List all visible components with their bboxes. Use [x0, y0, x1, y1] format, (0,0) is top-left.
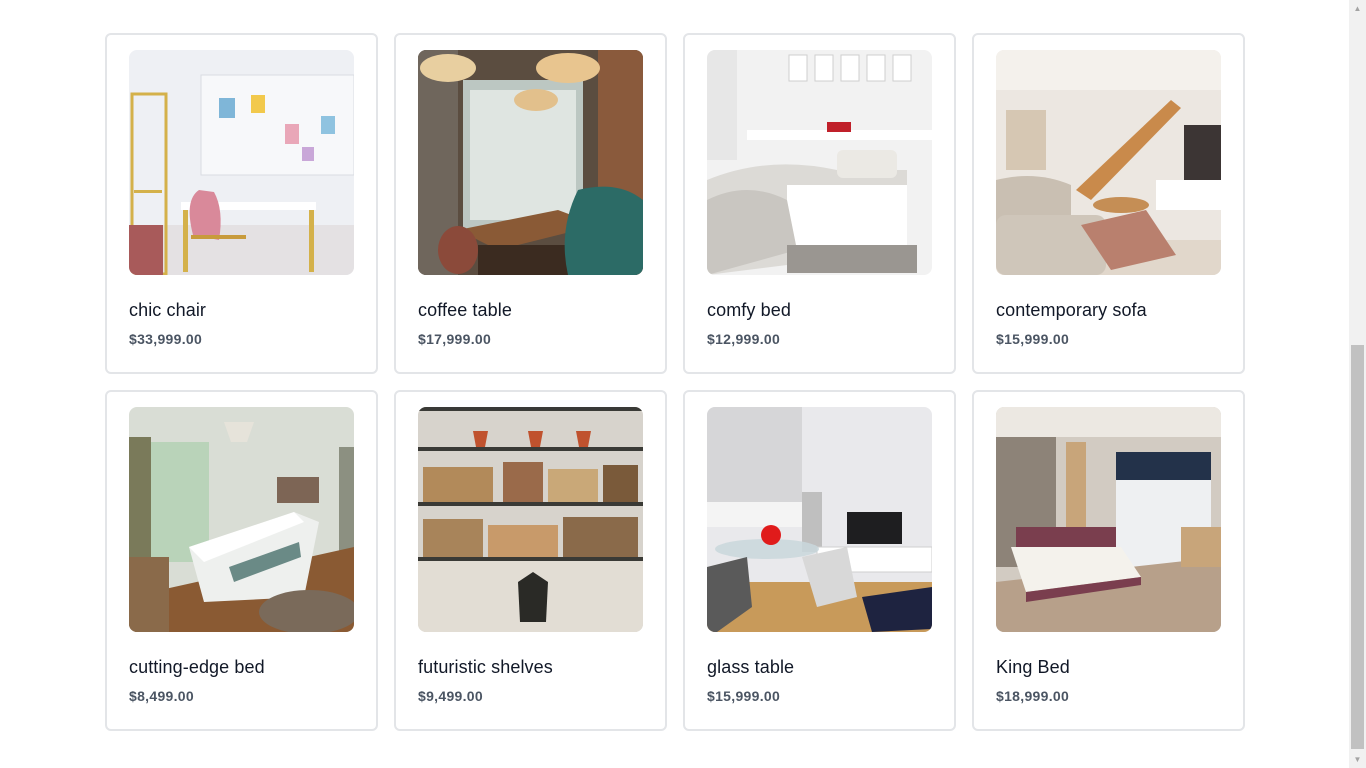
product-card[interactable]: cutting-edge bed $8,499.00 — [105, 390, 378, 731]
product-image[interactable] — [418, 50, 643, 275]
product-name[interactable]: contemporary sofa — [996, 299, 1221, 321]
product-price: $33,999.00 — [129, 331, 203, 347]
product-card[interactable]: futuristic shelves $9,499.00 — [394, 390, 667, 731]
product-card[interactable]: coffee table $17,999.00 — [394, 33, 667, 374]
product-image[interactable] — [996, 50, 1221, 275]
product-price: $8,499.00 — [129, 688, 194, 704]
product-name[interactable]: cutting-edge bed — [129, 656, 354, 678]
product-price: $15,999.00 — [996, 331, 1070, 347]
product-price: $15,999.00 — [707, 688, 781, 704]
product-image[interactable] — [996, 407, 1221, 632]
product-image[interactable] — [129, 407, 354, 632]
product-card[interactable]: comfy bed $12,999.00 — [683, 33, 956, 374]
product-price: $18,999.00 — [996, 688, 1070, 704]
product-name[interactable]: futuristic shelves — [418, 656, 643, 678]
product-price: $9,499.00 — [418, 688, 483, 704]
product-card[interactable]: contemporary sofa $15,999.00 — [972, 33, 1245, 374]
vertical-scrollbar[interactable]: ▲ ▼ — [1349, 0, 1366, 768]
product-card[interactable]: chic chair $33,999.00 — [105, 33, 378, 374]
product-card[interactable]: glass table $15,999.00 — [683, 390, 956, 731]
scroll-down-arrow-icon[interactable]: ▼ — [1349, 751, 1366, 768]
product-image[interactable] — [418, 407, 643, 632]
scroll-up-arrow-icon[interactable]: ▲ — [1349, 0, 1366, 17]
scrollbar-thumb[interactable] — [1351, 345, 1364, 749]
product-name[interactable]: King Bed — [996, 656, 1221, 678]
product-name[interactable]: comfy bed — [707, 299, 932, 321]
product-name[interactable]: chic chair — [129, 299, 354, 321]
product-price: $12,999.00 — [707, 331, 781, 347]
product-image[interactable] — [707, 50, 932, 275]
product-grid: chic chair $33,999.00 coffee table $17,9… — [105, 33, 1245, 731]
product-image[interactable] — [707, 407, 932, 632]
product-image[interactable] — [129, 50, 354, 275]
product-name[interactable]: glass table — [707, 656, 932, 678]
product-name[interactable]: coffee table — [418, 299, 643, 321]
product-price: $17,999.00 — [418, 331, 492, 347]
product-card[interactable]: King Bed $18,999.00 — [972, 390, 1245, 731]
product-page: chic chair $33,999.00 coffee table $17,9… — [0, 0, 1349, 768]
